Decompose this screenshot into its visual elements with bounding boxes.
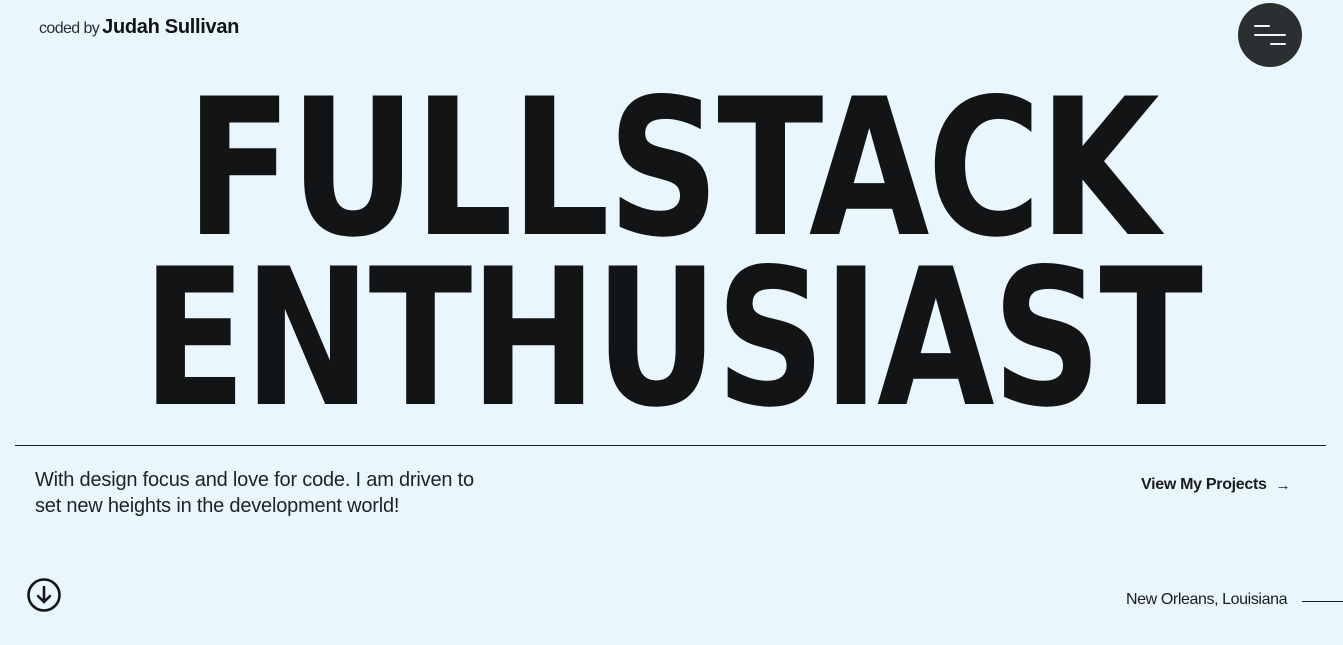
- menu-button[interactable]: [1238, 3, 1302, 67]
- intro-tagline: With design focus and love for code. I a…: [35, 469, 474, 517]
- hamburger-icon: [1254, 25, 1270, 27]
- location-line: [1302, 601, 1343, 602]
- view-projects-link[interactable]: View My Projects →: [1141, 476, 1291, 494]
- location-text: New Orleans, Louisiana: [1126, 591, 1288, 608]
- brand-prefix: coded by: [39, 20, 100, 37]
- hamburger-icon-bar: [1270, 43, 1286, 45]
- hamburger-icon-bar: [1254, 34, 1286, 36]
- divider: [15, 445, 1326, 446]
- brand-logo[interactable]: coded by Judah Sullivan: [39, 16, 239, 44]
- view-projects-label: View My Projects: [1141, 476, 1267, 493]
- arrow-right-icon: →: [1275, 476, 1291, 494]
- hero-title-line-2: ENTHUSIAST: [142, 228, 1203, 449]
- brand-name: Judah Sullivan: [102, 16, 240, 38]
- arrow-down-circle-icon[interactable]: [27, 578, 61, 612]
